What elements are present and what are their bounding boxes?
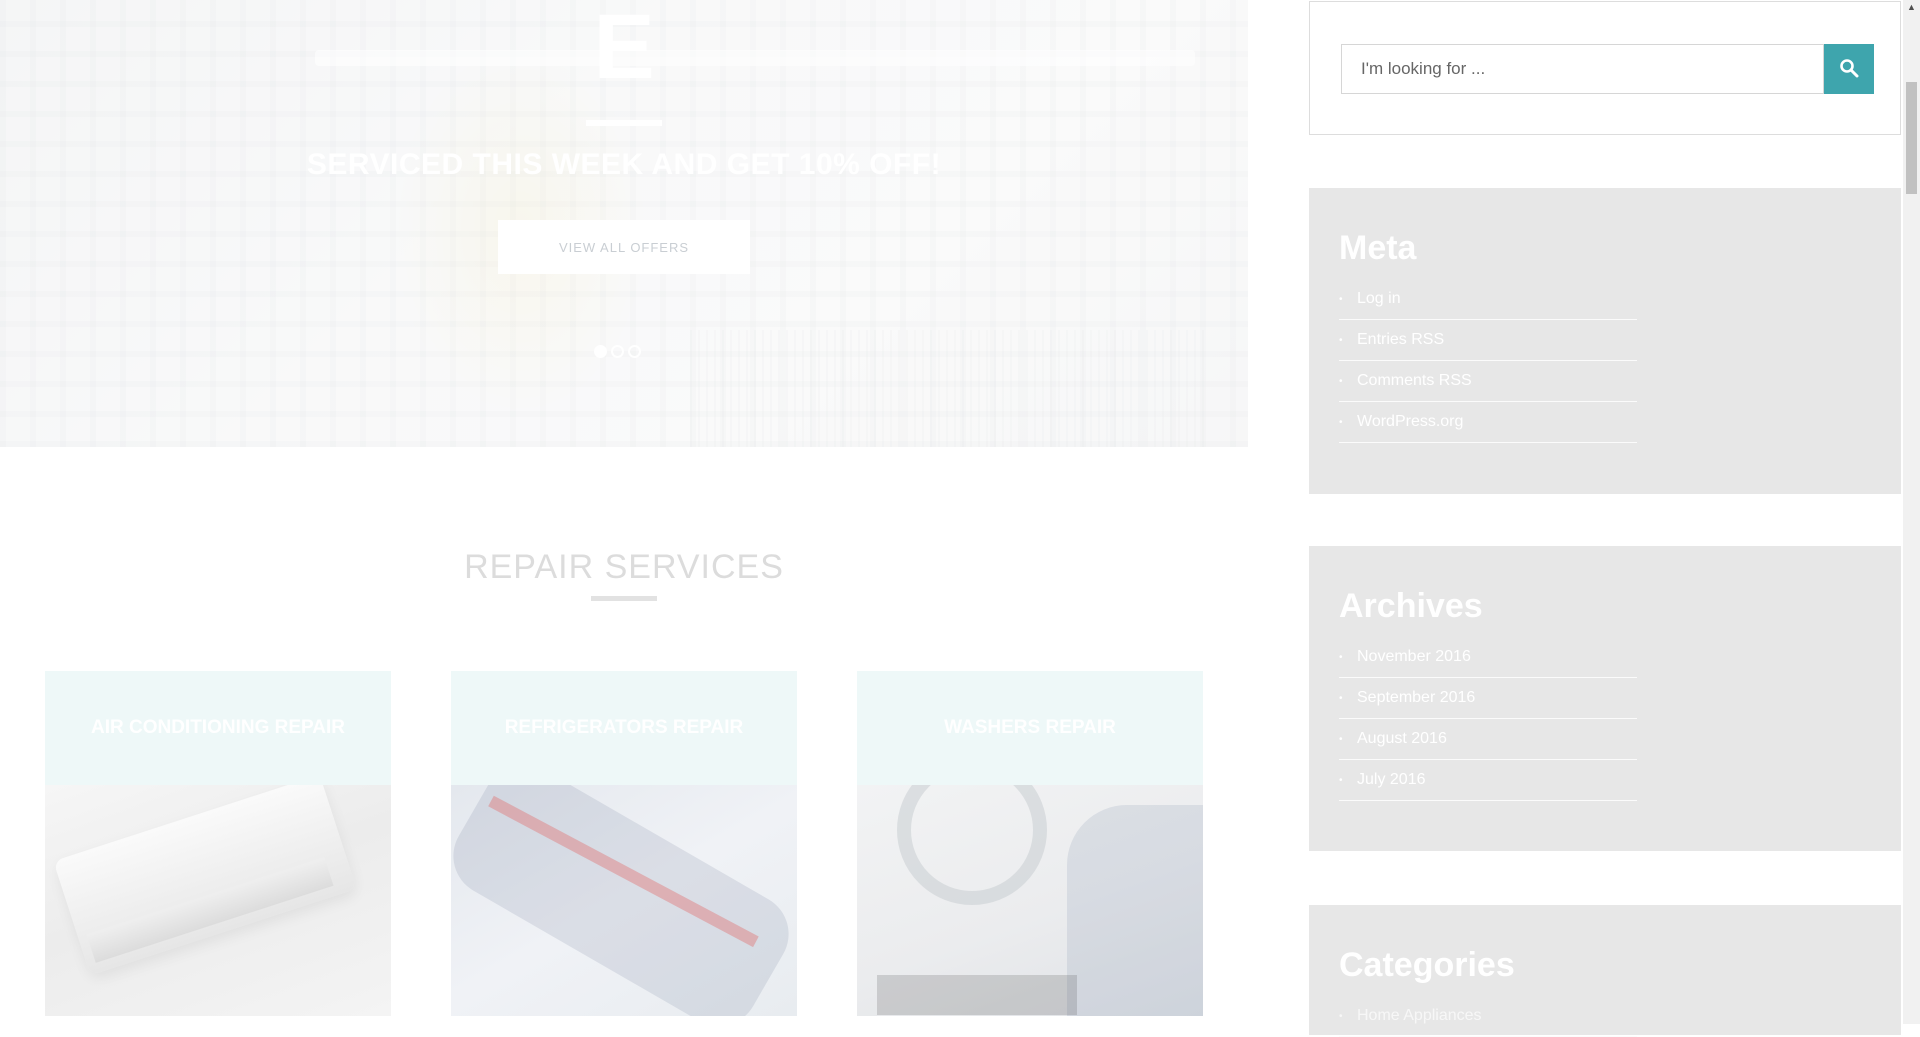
hero-slider: E SERVICED THIS WEEK AND GET 10% OFF! VI… <box>0 0 1248 447</box>
comments-rss-link[interactable]: Comments RSS <box>1357 372 1472 390</box>
list-item: • September 2016 <box>1339 678 1637 719</box>
search-button[interactable] <box>1824 44 1874 94</box>
list-item: • WordPress.org <box>1339 402 1637 443</box>
hero-headline: SERVICED THIS WEEK AND GET 10% OFF! <box>306 148 942 181</box>
category-link-home-appliances[interactable]: Home Appliances <box>1357 1007 1482 1025</box>
service-card-title[interactable]: AIR CONDITIONING REPAIR <box>45 671 391 785</box>
bullet: • <box>1339 1010 1343 1022</box>
log-in-link[interactable]: Log in <box>1357 290 1401 308</box>
categories-widget: Categories • Home Appliances <box>1309 905 1901 1037</box>
list-item: • July 2016 <box>1339 760 1637 801</box>
list-item: • Log in <box>1339 279 1637 320</box>
archive-link-september-2016[interactable]: September 2016 <box>1357 689 1475 707</box>
slider-dot-1[interactable] <box>594 345 607 358</box>
technician-shape <box>1067 805 1203 1016</box>
archive-link-july-2016[interactable]: July 2016 <box>1357 771 1426 789</box>
categories-list: • Home Appliances <box>1339 996 1637 1037</box>
service-card-title[interactable]: REFRIGERATORS REPAIR <box>451 671 797 785</box>
list-item: • Comments RSS <box>1339 361 1637 402</box>
toolbox-shape <box>877 975 1077 1015</box>
archive-link-november-2016[interactable]: November 2016 <box>1357 648 1471 666</box>
archive-link-august-2016[interactable]: August 2016 <box>1357 730 1447 748</box>
widget-title: Archives <box>1339 587 1483 625</box>
service-card-title[interactable]: WASHERS REPAIR <box>857 671 1203 785</box>
bullet: • <box>1339 375 1343 387</box>
search-widget <box>1309 1 1901 135</box>
washing-machine-image[interactable] <box>857 785 1203 1016</box>
bullet: • <box>1339 692 1343 704</box>
bullet: • <box>1339 334 1343 346</box>
bullet: • <box>1339 774 1343 786</box>
list-item: • November 2016 <box>1339 637 1637 678</box>
slider-dot-2[interactable] <box>611 345 624 358</box>
refrigerator-image[interactable] <box>451 785 797 1016</box>
scrollbar-thumb[interactable] <box>1906 82 1917 194</box>
section-title: REPAIR SERVICES <box>464 548 784 586</box>
washer-drum-shape <box>897 785 1047 905</box>
meta-widget: Meta • Log in • Entries RSS • Comments RSS … <box>1309 188 1901 494</box>
service-card-refrigerators[interactable]: REFRIGERATORS REPAIR <box>451 671 797 1016</box>
search-icon <box>1839 58 1859 81</box>
scroll-up-arrow-icon[interactable]: ▲ <box>1903 0 1920 14</box>
wordpress-org-link[interactable]: WordPress.org <box>1357 413 1463 431</box>
section-divider <box>591 596 657 601</box>
bullet: • <box>1339 651 1343 663</box>
archives-list: • November 2016 • September 2016 • August 2… <box>1339 637 1637 801</box>
slider-pagination <box>594 345 641 358</box>
view-all-offers-button[interactable]: VIEW ALL OFFERS <box>498 220 750 274</box>
widget-title: Categories <box>1339 946 1515 984</box>
slider-dot-3[interactable] <box>628 345 641 358</box>
bullet: • <box>1339 293 1343 305</box>
bullet: • <box>1339 416 1343 428</box>
meta-list: • Log in • Entries RSS • Comments RSS • Word… <box>1339 279 1637 443</box>
service-card-air-conditioning[interactable]: AIR CONDITIONING REPAIR <box>45 671 391 1016</box>
widget-title: Meta <box>1339 229 1417 267</box>
archives-widget: Archives • November 2016 • September 2016 … <box>1309 546 1901 851</box>
service-card-washers[interactable]: WASHERS REPAIR <box>857 671 1203 1016</box>
entries-rss-link[interactable]: Entries RSS <box>1357 331 1444 349</box>
search-input[interactable] <box>1341 44 1824 94</box>
hero-title-letter: E <box>593 0 655 98</box>
hero-divider <box>586 120 662 126</box>
bullet: • <box>1339 733 1343 745</box>
page-scrollbar[interactable]: ▲ <box>1903 0 1920 1024</box>
air-conditioner-image[interactable] <box>45 785 391 1016</box>
technician-arm-shape <box>451 785 797 1016</box>
list-item: • August 2016 <box>1339 719 1637 760</box>
list-item: • Entries RSS <box>1339 320 1637 361</box>
list-item: • Home Appliances <box>1339 996 1637 1037</box>
